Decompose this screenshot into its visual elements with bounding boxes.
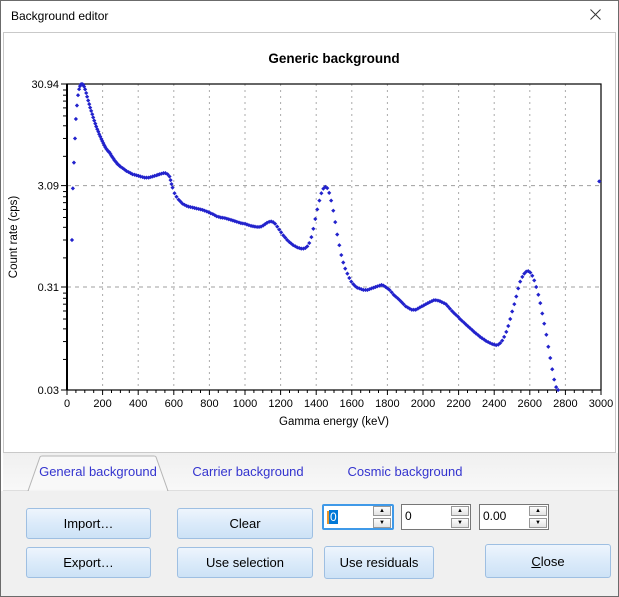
svg-text:Gamma energy (keV): Gamma energy (keV) bbox=[279, 416, 389, 428]
clear-button[interactable]: Clear bbox=[177, 508, 313, 539]
spinner-up-icon: ▲ bbox=[457, 508, 463, 514]
chart: 0 200 400 600 800 1000 1200 1400 1600 1800 2000 220… bbox=[4, 33, 615, 450]
tab-cosmic-background[interactable]: Cosmic background bbox=[339, 453, 471, 490]
svg-text:0: 0 bbox=[64, 398, 70, 410]
spinner-1-arrows: ▲ ▼ bbox=[373, 506, 392, 528]
title-bar[interactable]: Background editor bbox=[1, 1, 618, 32]
svg-text:2800: 2800 bbox=[553, 398, 577, 410]
svg-text:3.09: 3.09 bbox=[38, 181, 59, 193]
spinner-field-3[interactable]: 0.00 ▲ ▼ bbox=[479, 504, 549, 530]
svg-text:1800: 1800 bbox=[375, 398, 399, 410]
svg-text:800: 800 bbox=[200, 398, 218, 410]
spinner-down-icon: ▼ bbox=[457, 520, 463, 526]
tab-general-background[interactable]: General background bbox=[27, 453, 169, 490]
svg-text:1200: 1200 bbox=[268, 398, 292, 410]
svg-text:1600: 1600 bbox=[340, 398, 364, 410]
spinner-3-value: 0.00 bbox=[480, 505, 529, 529]
svg-text:0.03: 0.03 bbox=[38, 385, 59, 397]
close-dialog-button[interactable]: Close bbox=[485, 544, 611, 578]
tab-strip: General background Carrier background Co… bbox=[3, 453, 618, 491]
spinner-up-icon: ▲ bbox=[379, 508, 385, 514]
spinner-1-value: 0 bbox=[324, 506, 373, 528]
svg-text:3000: 3000 bbox=[589, 398, 613, 410]
svg-text:30.94: 30.94 bbox=[31, 79, 59, 91]
spinner-up-button[interactable]: ▲ bbox=[373, 506, 391, 516]
background-editor-window: Background editor 0 200 400 600 800 1000 1200 1… bbox=[0, 0, 619, 597]
svg-text:400: 400 bbox=[129, 398, 147, 410]
spinner-2-arrows: ▲ ▼ bbox=[451, 505, 470, 529]
spinner-up-icon: ▲ bbox=[535, 508, 541, 514]
window-title: Background editor bbox=[11, 9, 108, 23]
spinner-up-button[interactable]: ▲ bbox=[529, 506, 547, 516]
chart-plot[interactable]: 0 200 400 600 800 1000 1200 1400 1600 1800 2000 220… bbox=[3, 32, 616, 453]
spinner-up-button[interactable]: ▲ bbox=[451, 506, 469, 516]
export-button[interactable]: Export… bbox=[26, 547, 151, 578]
close-button[interactable] bbox=[573, 2, 617, 30]
import-button[interactable]: Import… bbox=[26, 508, 151, 539]
tab-carrier-background[interactable]: Carrier background bbox=[179, 453, 317, 490]
svg-text:0.31: 0.31 bbox=[38, 282, 59, 294]
svg-text:1400: 1400 bbox=[304, 398, 328, 410]
svg-text:Count rate (cps): Count rate (cps) bbox=[8, 196, 20, 279]
spinner-down-button[interactable]: ▼ bbox=[529, 518, 547, 528]
svg-text:2000: 2000 bbox=[411, 398, 435, 410]
use-residuals-button[interactable]: Use residuals bbox=[324, 546, 434, 579]
svg-text:600: 600 bbox=[165, 398, 183, 410]
spinner-3-arrows: ▲ ▼ bbox=[529, 505, 548, 529]
tab-label: Cosmic background bbox=[348, 464, 463, 479]
chart-svg: 0 200 400 600 800 1000 1200 1400 1600 1800 2000 220… bbox=[4, 33, 615, 450]
spinner-down-icon: ▼ bbox=[535, 520, 541, 526]
spinner-down-button[interactable]: ▼ bbox=[373, 518, 391, 528]
svg-text:2600: 2600 bbox=[518, 398, 542, 410]
tab-label: General background bbox=[39, 464, 157, 479]
button-panel: Import… Export… Clear Use selection Use … bbox=[1, 491, 619, 597]
spinner-2-value: 0 bbox=[402, 505, 451, 529]
spinner-down-button[interactable]: ▼ bbox=[451, 518, 469, 528]
spinner-field-2[interactable]: 0 ▲ ▼ bbox=[401, 504, 471, 530]
spinner-field-1[interactable]: 0 ▲ ▼ bbox=[322, 504, 394, 530]
svg-text:1000: 1000 bbox=[233, 398, 257, 410]
use-selection-button[interactable]: Use selection bbox=[177, 547, 313, 578]
svg-text:Generic background: Generic background bbox=[268, 51, 399, 66]
close-icon bbox=[590, 7, 601, 25]
tab-label: Carrier background bbox=[192, 464, 303, 479]
svg-text:2400: 2400 bbox=[482, 398, 506, 410]
svg-text:2200: 2200 bbox=[446, 398, 470, 410]
spinner-down-icon: ▼ bbox=[379, 520, 385, 526]
svg-text:200: 200 bbox=[93, 398, 111, 410]
